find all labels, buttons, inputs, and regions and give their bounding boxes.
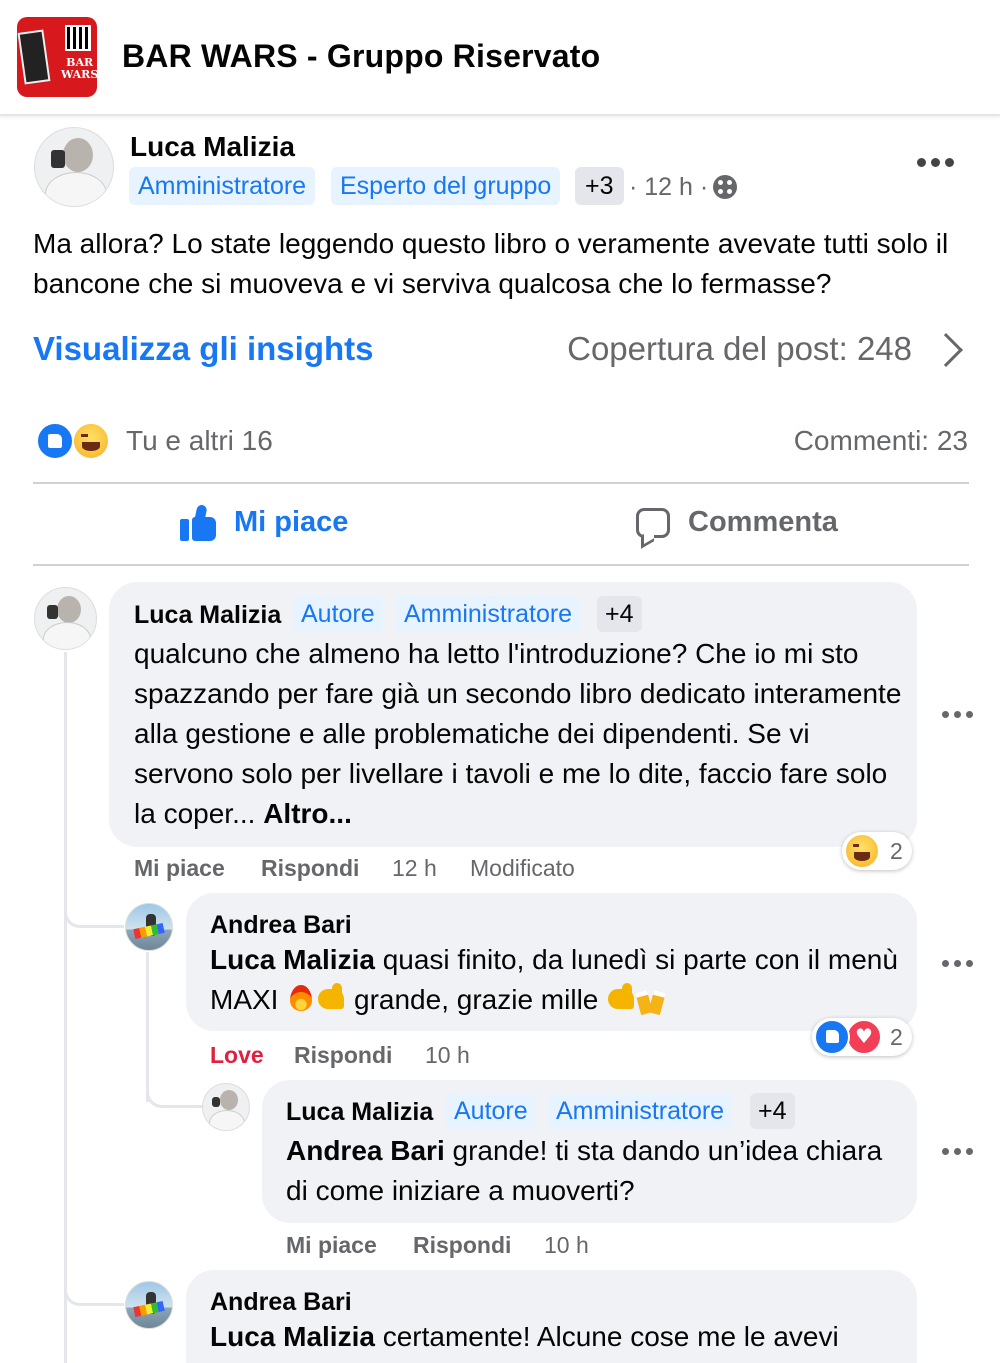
edited-label[interactable]: Modificato xyxy=(470,855,575,882)
reaction-count: 2 xyxy=(890,1024,903,1050)
group-title[interactable]: BAR WARS - Gruppo Riservato xyxy=(122,38,600,75)
badge-amministratore[interactable]: Amministratore xyxy=(396,596,581,632)
haha-reaction-icon xyxy=(844,833,880,869)
like-reaction-icon xyxy=(814,1019,850,1055)
divider xyxy=(33,482,969,484)
badge-more[interactable]: +4 xyxy=(750,1093,795,1129)
comment-timestamp[interactable]: 10 h xyxy=(425,1042,470,1069)
reactors-summary[interactable]: Tu e altri 16 xyxy=(126,425,273,457)
view-insights-link[interactable]: Visualizza gli insights xyxy=(33,330,373,368)
comment-text: qualcuno che almeno ha letto l'introduzi… xyxy=(134,634,904,834)
badge-esperto[interactable]: Esperto del gruppo xyxy=(331,167,561,205)
badge-autore[interactable]: Autore xyxy=(446,1093,536,1129)
badge-autore[interactable]: Autore xyxy=(293,596,383,632)
like-reaction-icon xyxy=(36,422,74,460)
reply-author-avatar[interactable] xyxy=(125,1281,173,1329)
post-author-avatar[interactable] xyxy=(34,127,114,207)
beer-mugs-emoji-icon xyxy=(636,983,666,1013)
comment-like-button[interactable]: Mi piace xyxy=(134,855,225,882)
like-button[interactable]: Mi piace xyxy=(234,506,348,539)
comment-timestamp[interactable]: 10 h xyxy=(544,1232,589,1259)
book-image xyxy=(17,29,51,85)
divider xyxy=(33,564,969,566)
comment-reactions[interactable]: 2 xyxy=(842,832,912,870)
badge-amministratore[interactable]: Amministratore xyxy=(129,167,316,205)
badge-amministratore[interactable]: Amministratore xyxy=(548,1093,733,1129)
group-thumb-label: BAR WARS xyxy=(61,56,97,81)
comment-options-icon[interactable] xyxy=(942,960,976,970)
comment-reply-button[interactable]: Rispondi xyxy=(294,1042,392,1069)
haha-reaction-icon xyxy=(72,422,110,460)
reply-author-avatar[interactable] xyxy=(125,903,173,951)
comment-like-button[interactable]: Mi piace xyxy=(286,1232,377,1259)
post-timestamp[interactable]: · 12 h · xyxy=(629,173,708,202)
comment-body: grande, grazie mille xyxy=(346,984,607,1015)
reaction-count: 2 xyxy=(890,838,903,864)
thumbs-up-icon[interactable] xyxy=(180,504,218,541)
mention-link[interactable]: Andrea Bari xyxy=(286,1135,445,1166)
mention-link[interactable]: Luca Malizia xyxy=(210,944,375,975)
comment-options-icon[interactable] xyxy=(942,711,976,721)
comment-options-icon[interactable] xyxy=(942,1148,976,1158)
muscle-emoji-icon xyxy=(316,983,346,1013)
group-privacy-icon xyxy=(713,175,737,199)
mention-link[interactable]: Luca Malizia xyxy=(210,1321,375,1352)
thread-connector xyxy=(146,1070,202,1108)
love-reaction-icon xyxy=(846,1019,882,1055)
comment-love-button[interactable]: Love xyxy=(210,1042,264,1069)
comment-author-name[interactable]: Luca Malizia xyxy=(286,1098,433,1127)
reply-author-avatar[interactable] xyxy=(202,1083,250,1131)
thread-connector xyxy=(64,880,124,928)
comment-reply-button[interactable]: Rispondi xyxy=(413,1232,511,1259)
comment-timestamp[interactable]: 12 h xyxy=(392,855,437,882)
comment-reply-button[interactable]: Rispondi xyxy=(261,855,359,882)
comment-text: Luca Malizia quasi finito, da lunedì si … xyxy=(210,940,900,1020)
thread-connector xyxy=(64,1270,124,1306)
chevron-right-icon[interactable] xyxy=(929,333,963,367)
see-more-link[interactable]: Altro... xyxy=(263,798,352,829)
thread-line xyxy=(64,652,67,1363)
post-text: Ma allora? Lo state leggendo questo libr… xyxy=(33,228,949,299)
comment-icon[interactable] xyxy=(636,508,670,538)
group-cover-thumbnail[interactable]: BAR WARS xyxy=(17,17,97,97)
post-author-name[interactable]: Luca Malizia xyxy=(130,131,295,163)
comment-author-avatar[interactable] xyxy=(34,587,97,650)
badge-more[interactable]: +4 xyxy=(597,596,642,632)
qr-code-image xyxy=(65,25,91,51)
badge-more[interactable]: +3 xyxy=(575,167,624,205)
comment-body: certamente! Alcune cose me le avevi xyxy=(374,1321,839,1352)
fire-emoji-icon xyxy=(286,983,316,1013)
group-header: BAR WARS BAR WARS - Gruppo Riservato xyxy=(0,0,1000,116)
comment-author-name[interactable]: Andrea Bari xyxy=(210,911,352,940)
comment-body: qualcuno che almeno ha letto l'introduzi… xyxy=(134,638,902,829)
muscle-emoji-icon xyxy=(606,983,636,1013)
comment-reactions[interactable]: 2 xyxy=(812,1018,912,1056)
comment-text: Andrea Bari grande! ti sta dando un’idea… xyxy=(286,1131,896,1211)
comment-button[interactable]: Commenta xyxy=(688,506,838,539)
comment-author-name[interactable]: Andrea Bari xyxy=(210,1288,352,1317)
comment-text: Luca Malizia certamente! Alcune cose me … xyxy=(210,1317,900,1357)
comments-count[interactable]: Commenti: 23 xyxy=(794,425,968,457)
post-reach[interactable]: Copertura del post: 248 xyxy=(567,330,912,368)
post-options-icon[interactable] xyxy=(917,158,954,168)
comment-author-name[interactable]: Luca Malizia xyxy=(134,601,281,630)
